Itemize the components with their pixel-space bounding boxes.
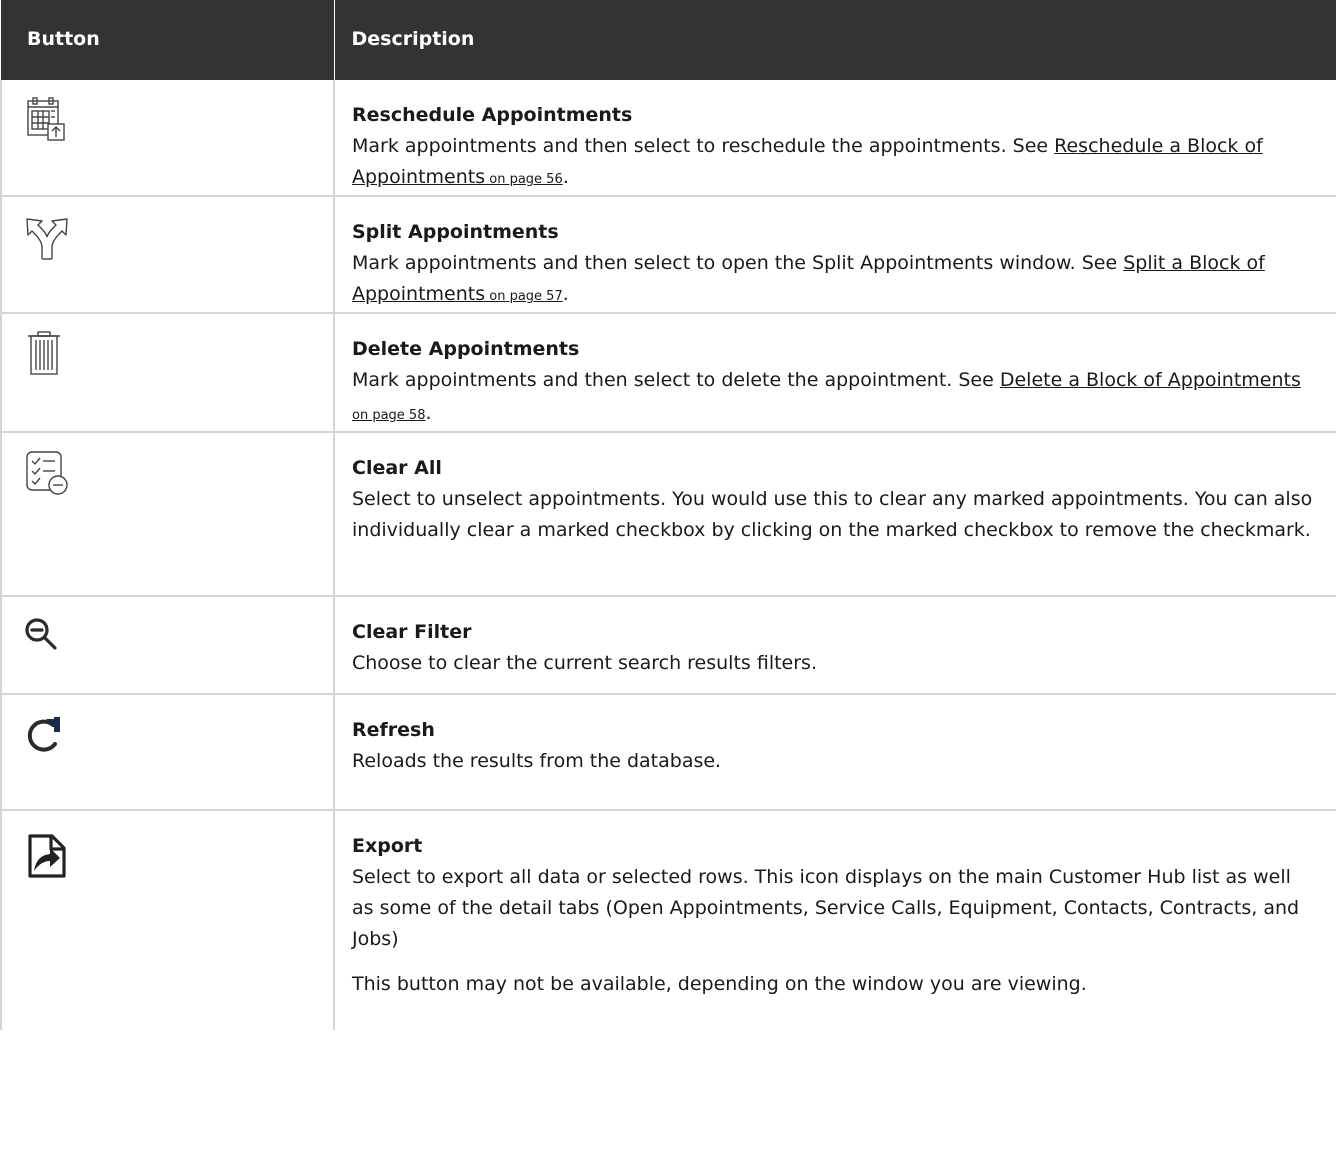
description-cell: Export Select to export all data or sele… bbox=[334, 810, 1336, 1030]
icon-cell bbox=[0, 596, 335, 695]
description-cell: Refresh Reloads the results from the dat… bbox=[334, 694, 1336, 811]
row-title: Refresh bbox=[352, 719, 435, 741]
column-header-button: Button bbox=[1, 0, 335, 80]
zoom-out-icon[interactable] bbox=[24, 617, 333, 651]
row-description: Mark appointments and then select to ope… bbox=[352, 252, 1265, 305]
description-cell: Clear All Select to unselect appointment… bbox=[334, 432, 1336, 597]
icon-cell bbox=[0, 80, 335, 197]
row-title: Reschedule Appointments bbox=[352, 104, 633, 126]
row-title: Clear Filter bbox=[352, 621, 472, 643]
page-reference: on page 56 bbox=[485, 172, 563, 187]
description-cell: Clear Filter Choose to clear the current… bbox=[334, 596, 1336, 695]
icon-cell bbox=[0, 694, 335, 811]
row-title: Delete Appointments bbox=[352, 338, 580, 360]
table-row: Split Appointments Mark appointments and… bbox=[0, 196, 1336, 314]
row-title: Clear All bbox=[352, 457, 442, 479]
icon-cell bbox=[0, 432, 335, 597]
table-row: Delete Appointments Mark appointments an… bbox=[0, 313, 1336, 433]
refresh-icon[interactable] bbox=[24, 715, 333, 755]
row-description: Choose to clear the current search resul… bbox=[352, 652, 817, 674]
page-reference: on page 57 bbox=[485, 289, 563, 304]
calendar-reschedule-icon[interactable] bbox=[24, 96, 333, 146]
description-cell: Reschedule Appointments Mark appointment… bbox=[334, 80, 1336, 197]
table-row: Export Select to export all data or sele… bbox=[0, 810, 1336, 1030]
table-row: Reschedule Appointments Mark appointment… bbox=[0, 80, 1336, 197]
table-row: Clear Filter Choose to clear the current… bbox=[0, 596, 1336, 695]
row-note: This button may not be available, depend… bbox=[352, 973, 1087, 995]
page-reference: on page 58 bbox=[352, 408, 426, 423]
row-description: Mark appointments and then select to del… bbox=[352, 369, 1301, 424]
delete-link[interactable]: Delete a Block of Appointments bbox=[1000, 369, 1301, 391]
button-description-table: Button Description Reschedule Appointmen… bbox=[0, 0, 1336, 1030]
description-cell: Split Appointments Mark appointments and… bbox=[334, 196, 1336, 314]
row-title: Export bbox=[352, 835, 423, 857]
checklist-clear-icon[interactable] bbox=[24, 449, 333, 499]
row-description: Select to unselect appointments. You wou… bbox=[352, 488, 1313, 541]
icon-cell bbox=[0, 313, 335, 433]
description-cell: Delete Appointments Mark appointments an… bbox=[334, 313, 1336, 433]
table-row: Refresh Reloads the results from the dat… bbox=[0, 694, 1336, 811]
icon-cell bbox=[0, 196, 335, 314]
split-arrows-icon[interactable] bbox=[24, 213, 333, 261]
export-icon[interactable] bbox=[24, 833, 333, 879]
row-description: Select to export all data or selected ro… bbox=[352, 866, 1300, 950]
icon-cell bbox=[0, 810, 335, 1030]
column-header-description: Description bbox=[334, 0, 1336, 80]
row-description: Mark appointments and then select to res… bbox=[352, 135, 1263, 188]
row-description: Reloads the results from the database. bbox=[352, 750, 722, 772]
table-row: Clear All Select to unselect appointment… bbox=[0, 432, 1336, 597]
row-title: Split Appointments bbox=[352, 221, 559, 243]
trash-icon[interactable] bbox=[24, 330, 333, 380]
